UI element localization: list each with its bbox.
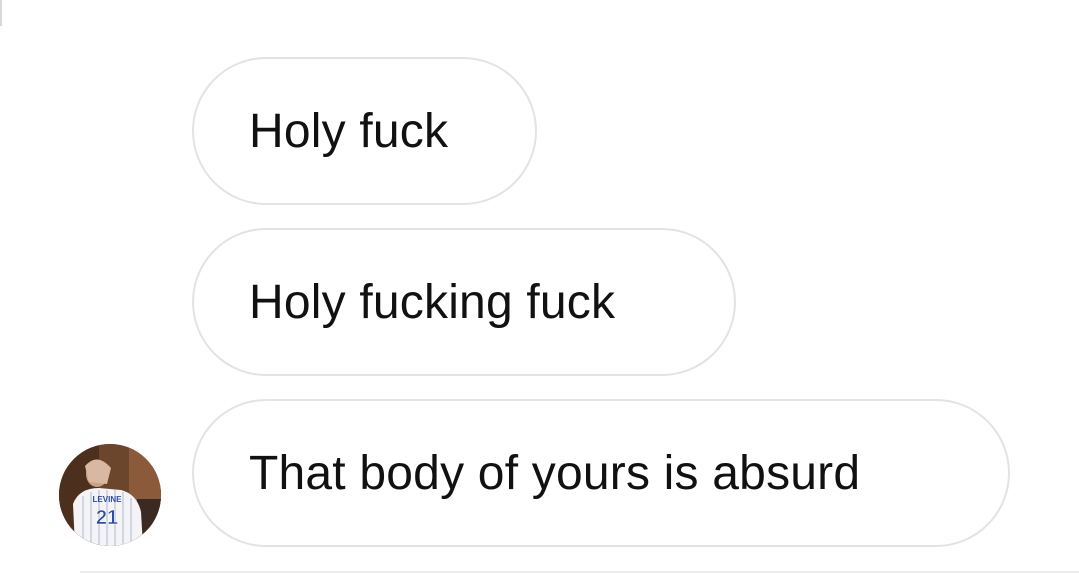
- message-text: Holy fucking fuck: [249, 275, 616, 329]
- divider: [80, 571, 1079, 573]
- message-bubble[interactable]: Holy fucking fuck: [192, 228, 736, 376]
- avatar-photo: LEVINE 21: [59, 444, 161, 546]
- message-bubble[interactable]: Holy fuck: [192, 57, 537, 205]
- sender-avatar[interactable]: LEVINE 21: [59, 444, 161, 546]
- avatar-jersey-name: LEVINE: [93, 495, 123, 504]
- message-bubble[interactable]: That body of yours is absurd: [192, 399, 1010, 547]
- message-text: That body of yours is absurd: [249, 446, 861, 500]
- window-edge: [0, 0, 2, 26]
- avatar-jersey-number: 21: [96, 507, 118, 529]
- message-text: Holy fuck: [249, 104, 449, 158]
